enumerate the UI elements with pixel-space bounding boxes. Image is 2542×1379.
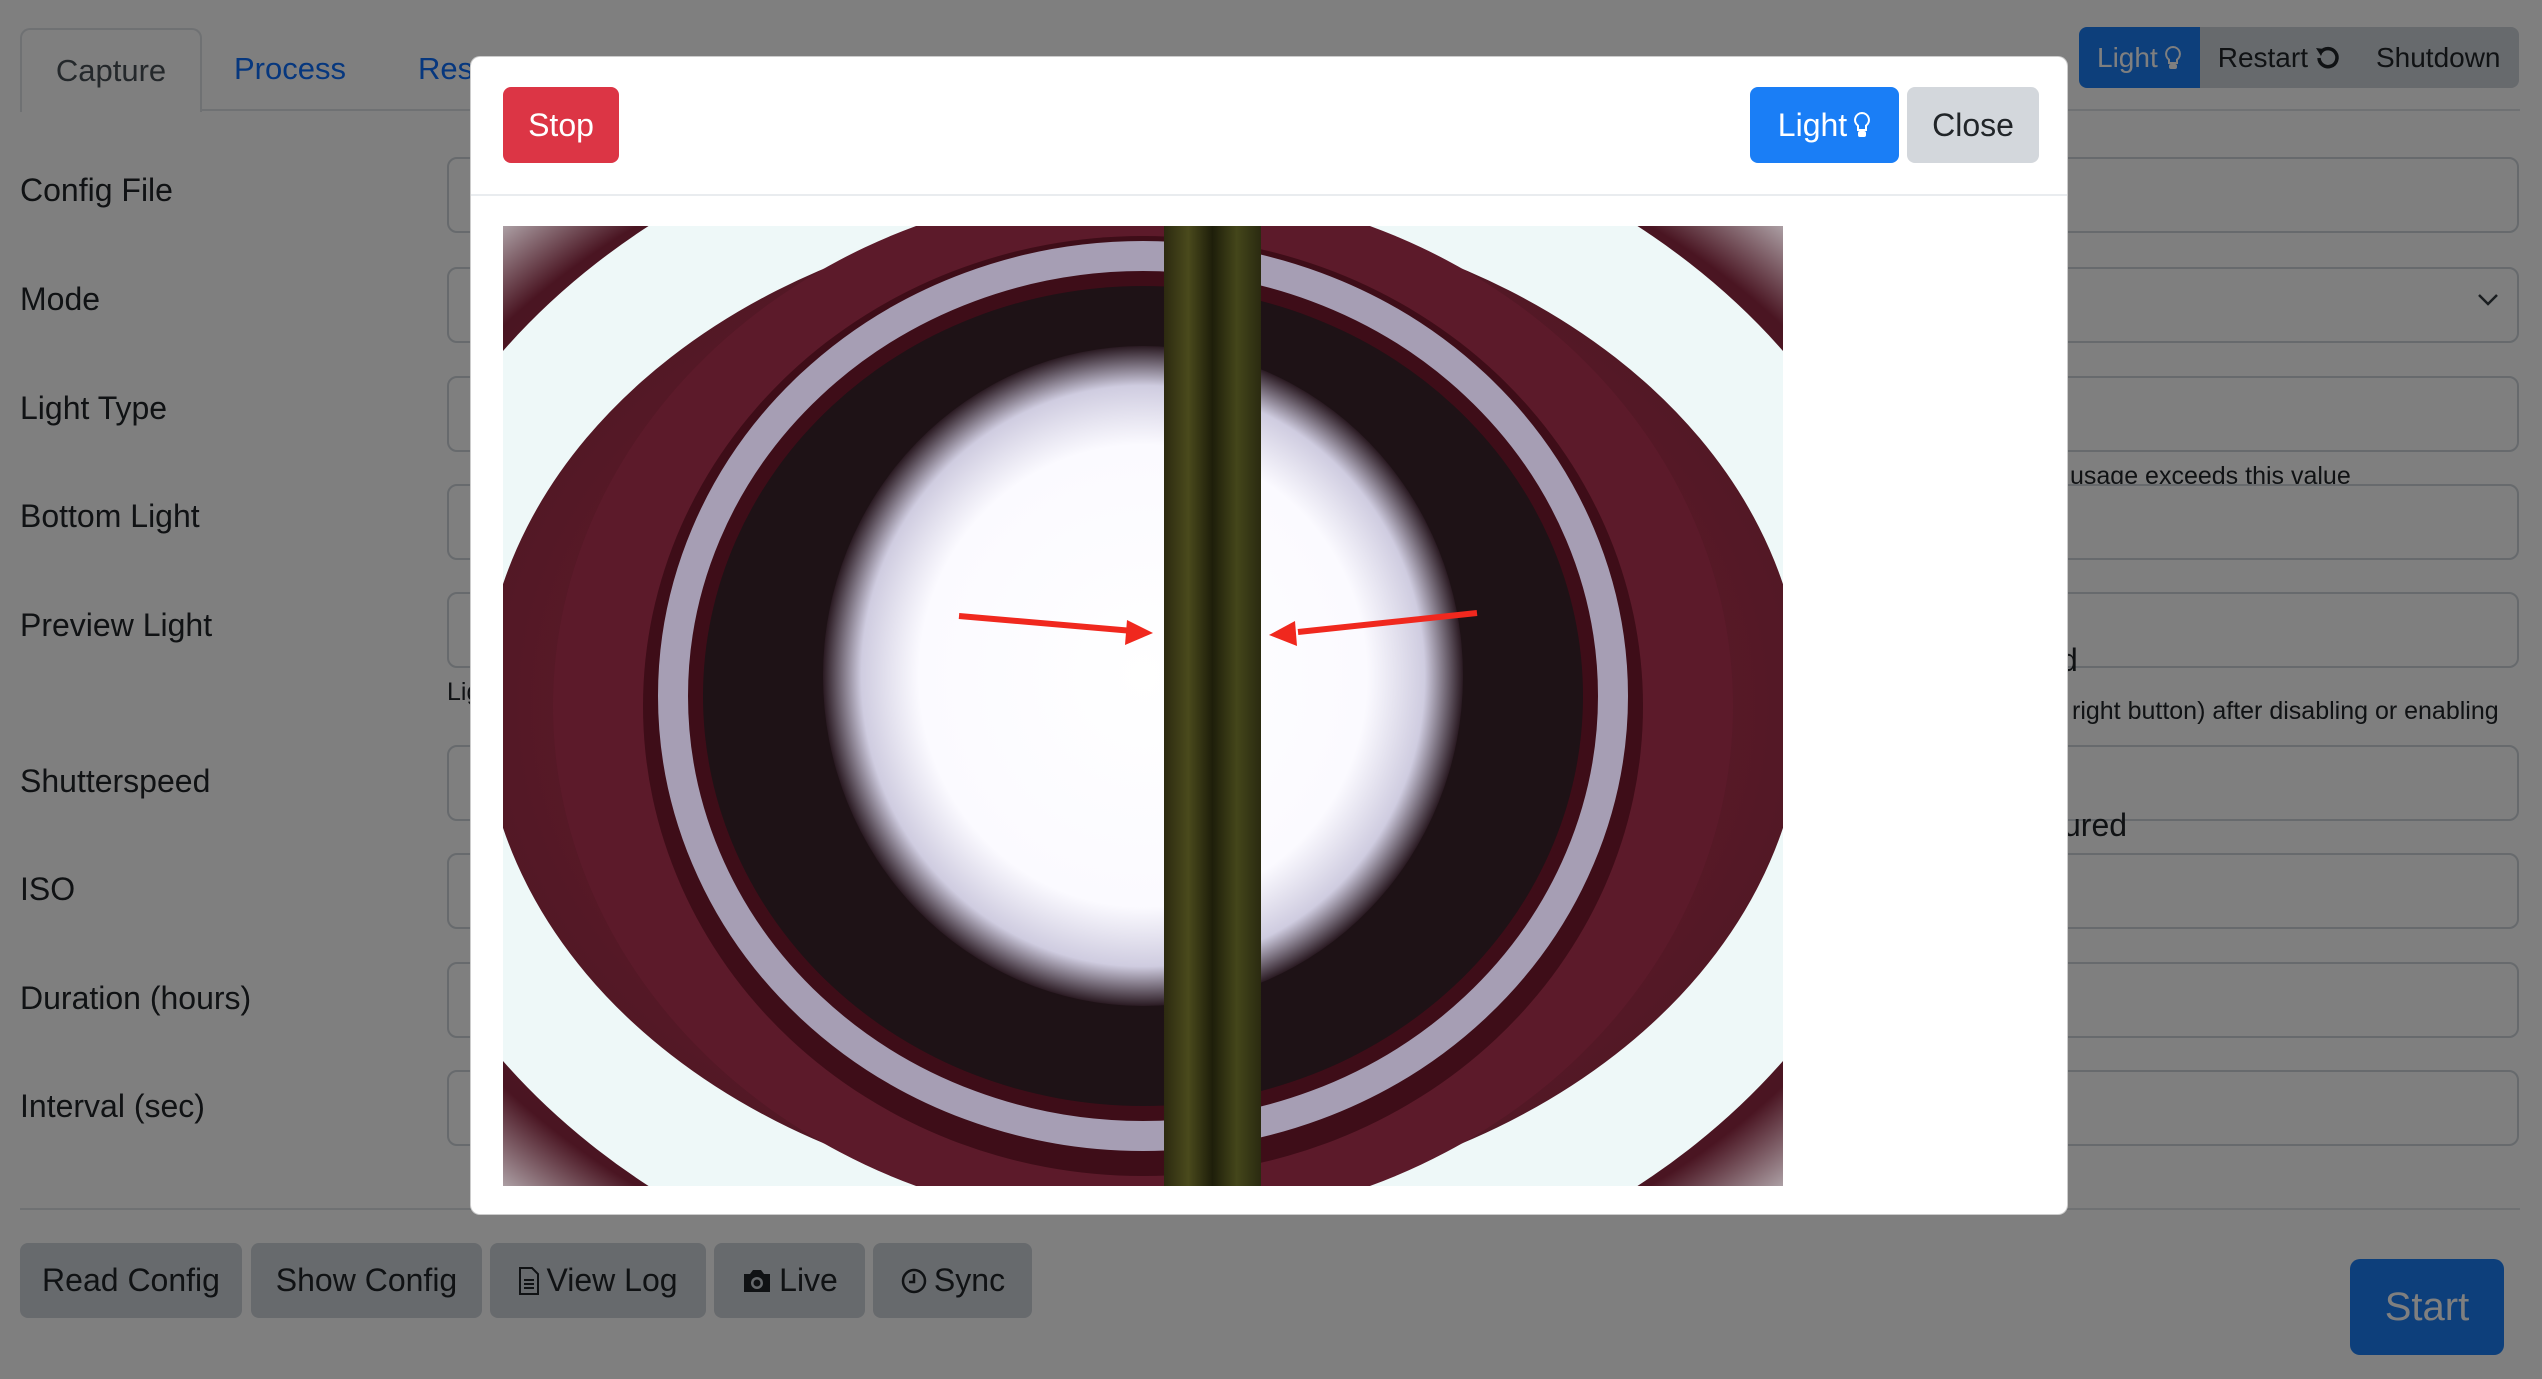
lightbulb-icon	[1853, 111, 1871, 139]
live-preview-image	[503, 226, 1783, 1186]
modal-light-button[interactable]: Light	[1750, 87, 1899, 163]
stop-button[interactable]: Stop	[503, 87, 619, 163]
stop-label: Stop	[528, 106, 594, 143]
photo-plant-stem	[1164, 226, 1261, 1186]
photo-light-center	[823, 346, 1463, 1006]
close-button[interactable]: Close	[1907, 87, 2039, 163]
close-label: Close	[1932, 106, 2014, 143]
modal-header: Stop Light Close	[471, 57, 2067, 196]
modal-light-label: Light	[1777, 106, 1848, 143]
live-preview-modal: Stop Light Close	[470, 56, 2068, 1215]
